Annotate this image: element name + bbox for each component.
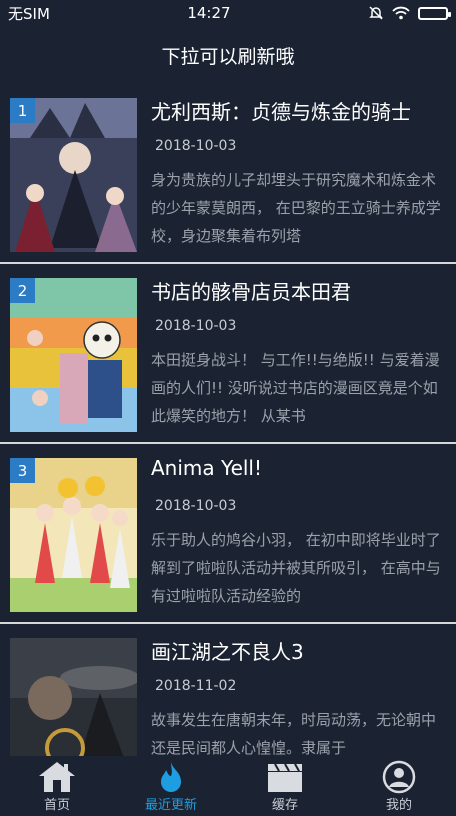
item-date: 2018-10-03 bbox=[155, 318, 237, 334]
battery-icon bbox=[418, 6, 451, 20]
item-date: 2018-10-03 bbox=[155, 498, 237, 514]
item-date: 2018-10-03 bbox=[155, 138, 237, 154]
clapperboard-icon bbox=[268, 763, 302, 792]
tab-label: 缓存 bbox=[271, 798, 298, 813]
tab-label: 我的 bbox=[385, 798, 412, 813]
home-icon bbox=[39, 762, 75, 792]
list-item[interactable]: 3 Anima Yell! 2018-10-03 乐于助人的鸠谷小羽， 在初中即… bbox=[0, 444, 456, 624]
list-item[interactable]: 1 尤利西斯：贞德与炼金的骑士 2018-10-03 身为贵族的儿子却埋头于研究… bbox=[0, 84, 456, 264]
item-title: 尤利西斯：贞德与炼金的骑士 bbox=[151, 100, 411, 124]
carrier-label: 无SIM bbox=[8, 4, 50, 23]
item-description: 身为贵族的儿子却埋头于研究魔术和炼金术的少年蒙莫朗西， 在巴黎的王立骑士养成学校… bbox=[151, 171, 441, 245]
tab-home[interactable]: 首页 bbox=[0, 756, 114, 816]
tab-label: 首页 bbox=[43, 798, 70, 813]
cover-image bbox=[10, 638, 137, 756]
clock: 14:27 bbox=[187, 4, 231, 22]
rank-badge: 2 bbox=[10, 278, 35, 303]
list-item[interactable]: 2 书店的骸骨店员本田君 2018-10-03 本田挺身战斗！ 与工作!!与绝版… bbox=[0, 264, 456, 444]
item-description: 故事发生在唐朝末年，时局动荡，无论朝中还是民间都人心惶惶。隶属于 bbox=[151, 711, 437, 756]
item-title: 画江湖之不良人3 bbox=[151, 640, 304, 664]
tab-cache[interactable]: 缓存 bbox=[228, 756, 342, 816]
status-bar: 无SIM 14:27 bbox=[0, 0, 456, 26]
item-date: 2018-11-02 bbox=[155, 678, 237, 694]
tab-label: 最近更新 bbox=[144, 798, 197, 813]
flame-icon bbox=[161, 762, 181, 792]
item-description: 本田挺身战斗！ 与工作!!与绝版!! 与爱着漫画的人们!! 没听说过书店的漫画区… bbox=[151, 351, 440, 425]
wifi-icon bbox=[392, 6, 410, 20]
tab-bar: 首页 最近更新 缓存 我的 bbox=[0, 756, 456, 816]
user-icon bbox=[382, 760, 416, 794]
rank-badge: 1 bbox=[10, 98, 35, 123]
page-title: 下拉可以刷新哦 bbox=[161, 45, 295, 68]
status-icons bbox=[368, 5, 451, 21]
rank-badge: 3 bbox=[10, 458, 35, 483]
list-item[interactable]: 画江湖之不良人3 2018-11-02 故事发生在唐朝末年，时局动荡，无论朝中还… bbox=[0, 624, 456, 756]
item-description: 乐于助人的鸠谷小羽， 在初中即将毕业时了解到了啦啦队活动并被其所吸引， 在高中与… bbox=[151, 531, 441, 605]
mute-icon bbox=[369, 6, 383, 20]
tab-recent-updates[interactable]: 最近更新 bbox=[114, 756, 228, 816]
anime-list[interactable]: 1 尤利西斯：贞德与炼金的骑士 2018-10-03 身为贵族的儿子却埋头于研究… bbox=[0, 84, 456, 756]
nav-bar: 下拉可以刷新哦 bbox=[0, 26, 456, 84]
item-title: Anima Yell! bbox=[151, 456, 263, 480]
item-title: 书店的骸骨店员本田君 bbox=[151, 280, 351, 304]
tab-mine[interactable]: 我的 bbox=[342, 756, 456, 816]
